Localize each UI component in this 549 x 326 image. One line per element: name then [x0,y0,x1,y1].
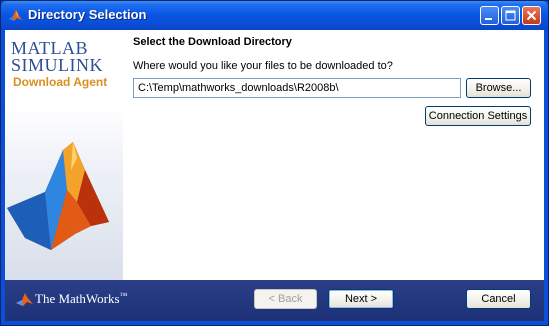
download-location-prompt: Where would you like your files to be do… [133,60,393,72]
connection-settings-button[interactable]: Connection Settings [425,106,531,126]
download-agent-label: Download Agent [13,75,108,89]
mathworks-logo-icon [16,293,33,306]
minimize-button[interactable] [480,6,499,25]
company-name-text: The MathWorks [35,291,120,306]
maximize-button[interactable] [501,6,520,25]
page-title: Select the Download Directory [133,36,292,48]
dialog-body: MATLAB SIMULINK Download Agent Select th… [5,30,544,321]
title-bar[interactable]: Directory Selection [1,1,548,30]
minimize-icon [485,18,492,20]
back-button[interactable]: < Back [254,289,317,309]
footer-bar: The MathWorks™ < Back Next > Cancel [5,280,544,321]
maximize-icon [505,10,516,21]
window-title: Directory Selection [28,7,147,22]
close-icon [526,10,537,21]
matlab-membrane-icon [9,10,22,21]
directory-selection-window: Directory Selection MATLAB SIMULINK Down… [0,0,549,326]
company-name: The MathWorks™ [35,291,127,307]
close-button[interactable] [522,6,541,25]
matlab-membrane-icon [7,142,109,250]
trademark-symbol: ™ [119,291,128,300]
cancel-button[interactable]: Cancel [466,289,531,309]
download-directory-input[interactable] [133,78,461,98]
branding-panel: MATLAB SIMULINK Download Agent [5,30,123,280]
simulink-logo-text: SIMULINK [11,55,103,75]
browse-button[interactable]: Browse... [466,78,531,98]
next-button[interactable]: Next > [328,289,394,309]
